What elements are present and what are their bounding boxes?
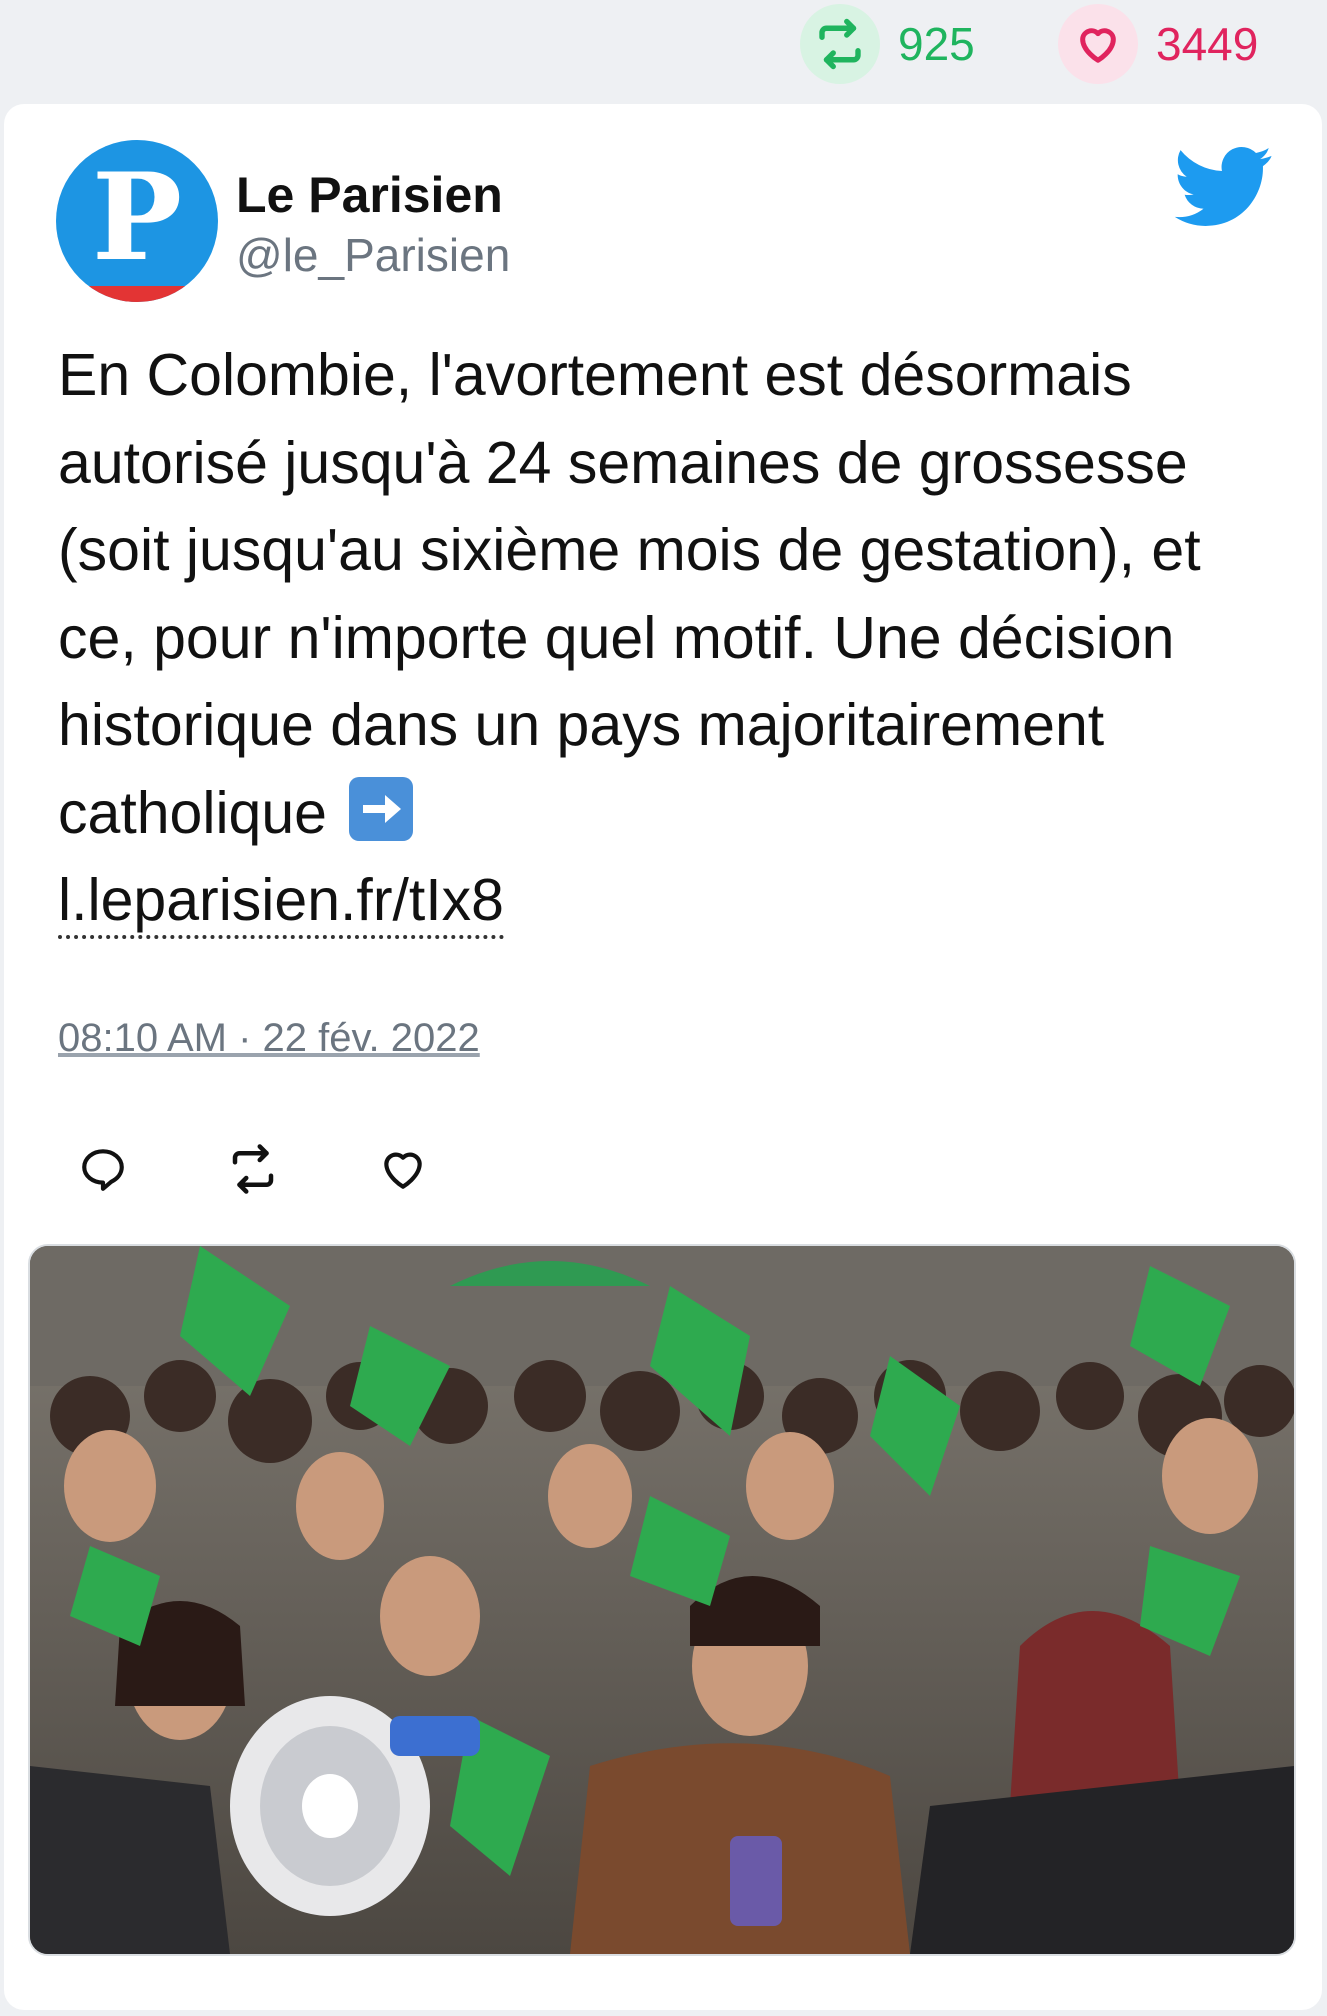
avatar-logo-letter: P [91,147,183,288]
avatar[interactable]: P [56,140,218,302]
tweet-text: En Colombie, l'avortement est désormais … [58,332,1288,945]
tweet-body: En Colombie, l'avortement est désormais … [58,342,1201,846]
retweet-button[interactable] [218,1134,288,1204]
retweet-count: 925 [898,18,975,70]
like-stat[interactable]: 3449 [1058,4,1258,84]
top-stats-bar: 925 3449 [0,0,1327,96]
tweet-photo[interactable] [28,1244,1296,1956]
twitter-bird-icon[interactable] [1174,146,1274,228]
protest-crowd-photo [30,1246,1294,1954]
heart-icon [1058,4,1138,84]
retweet-stat[interactable]: 925 [800,4,975,84]
author-name[interactable]: Le Parisien [236,166,503,224]
like-count: 3449 [1156,18,1259,70]
like-button[interactable] [368,1134,438,1204]
tweet-card: P Le Parisien @le_Parisien En Colombie, … [4,104,1322,2010]
retweet-icon [232,1144,274,1194]
retweet-icon [800,4,880,84]
right-arrow-emoji-icon [349,776,414,841]
article-link[interactable]: l.leparisien.fr/tIx8 [58,867,504,939]
reply-button[interactable] [68,1134,138,1204]
heart-icon [384,1152,422,1189]
reply-icon [82,1149,124,1191]
avatar-red-stripe [56,286,218,302]
author-handle[interactable]: @le_Parisien [236,228,510,282]
tweet-timestamp[interactable]: 08:10 AM · 22 fév. 2022 [58,1016,480,1061]
